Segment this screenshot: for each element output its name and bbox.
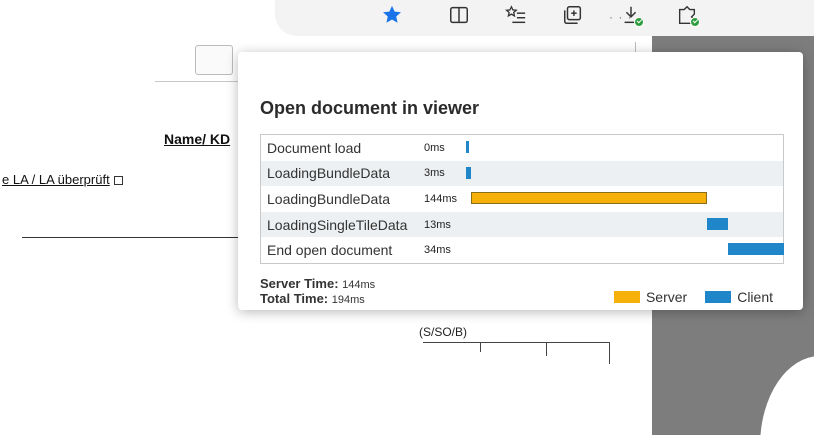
timing-row-label: LoadingSingleTileData [267,216,408,233]
document-rule [22,237,252,238]
timing-bar-client [706,217,729,230]
timing-bar-client [466,141,469,153]
page-input-box[interactable] [195,45,233,75]
done-badge-icon [634,17,644,27]
open-document-timing-popup: Open document in viewer Document load 0ms… [238,52,803,310]
legend-server-label: Server [645,289,688,305]
timing-row-duration: 144ms [424,192,458,205]
timing-bar-client [466,166,471,179]
legend-server: Server [613,289,688,305]
document-line-text: e LA / LA überprüft [2,172,110,187]
checkbox-icon [113,176,123,185]
favorite-star-icon[interactable] [380,3,404,27]
timing-row-label: LoadingBundleData [267,190,390,207]
timing-row: End open document 34ms [261,237,784,263]
timing-bar-server [470,192,707,205]
timing-row-duration: 13ms [424,218,451,231]
favorites-list-icon[interactable] [504,3,528,27]
legend-server-swatch [613,291,640,303]
timing-row-duration: 34ms [424,244,451,257]
document-table-line [480,342,481,352]
timing-bar-track [462,237,784,263]
split-screen-icon[interactable] [447,3,471,27]
timing-row-label: LoadingBundleData [267,165,390,182]
timing-row: LoadingBundleData 144ms [261,186,783,212]
timing-bar-client [728,243,784,256]
timing-bar-track [462,161,783,187]
document-table-line [546,342,547,356]
timing-bar-track [462,212,783,238]
extensions-done-icon[interactable] [675,3,700,27]
collections-icon[interactable] [561,3,585,27]
timing-row-label: End open document [267,242,393,259]
document-line: e LA / LA überprüft [2,172,123,187]
timing-bar-track [462,186,783,212]
total-time-value: 194ms [331,294,365,306]
legend: Server Client [596,289,773,305]
timing-row: LoadingBundleData 3ms [261,160,783,187]
timing-row-duration: 3ms [424,167,445,180]
done-badge-icon [690,17,700,27]
timing-row: Document load 0ms [261,135,783,161]
timing-table: Document load 0ms LoadingBundleData 3ms Load… [260,134,784,264]
timing-row: LoadingSingleTileData 13ms [261,211,783,238]
document-table-line [609,342,610,364]
document-table-line [423,342,610,343]
total-time-label: Total Time: [260,291,329,306]
downloads-done-icon[interactable] [619,3,644,27]
popup-title: Open document in viewer [260,98,480,118]
browser-toolbar: · · · [275,0,814,36]
server-time-value: 144ms [342,279,376,291]
totals: Server Time: 144ms Total Time: 194ms [260,277,375,307]
document-code: (S/SO/B) [419,325,468,339]
server-time-label: Server Time: [260,276,339,291]
timing-row-label: Document load [267,139,362,156]
timing-bar-track [462,135,783,161]
legend-client-label: Client [737,289,773,305]
document-heading: Name/ KD [164,131,231,147]
timing-row-duration: 0ms [424,141,445,154]
legend-client: Client [705,289,773,305]
legend-client-swatch [705,291,732,303]
